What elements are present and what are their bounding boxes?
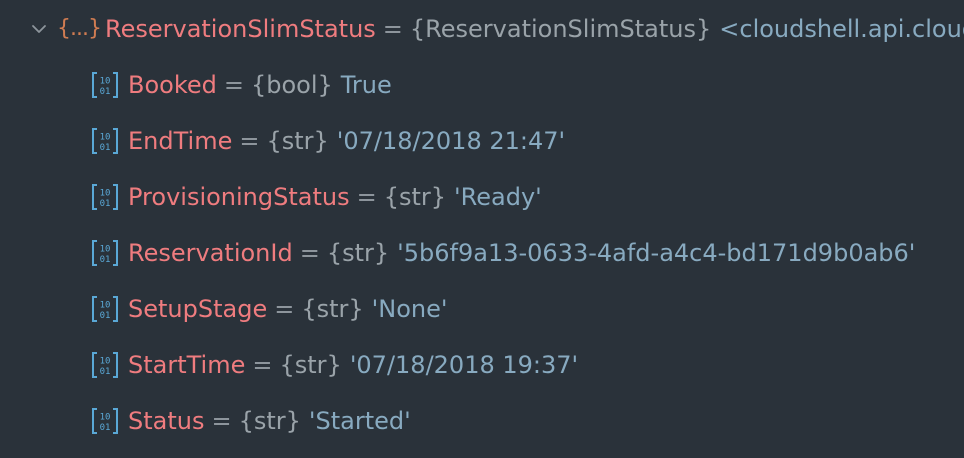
svg-text:01: 01 [100, 255, 111, 265]
variable-value: 'None' [371, 295, 448, 323]
field-icon: 1001 [92, 296, 118, 322]
variable-name: ReservationId [128, 239, 293, 267]
svg-text:10: 10 [100, 413, 111, 423]
variable-value: '07/18/2018 19:37' [349, 351, 579, 379]
variable-row-setupstage[interactable]: 10 01 SetupStage = {str} 'None' [91, 289, 447, 329]
svg-text:01: 01 [100, 143, 111, 153]
svg-text:01: 01 [100, 87, 111, 97]
variable-name: ProvisioningStatus [128, 183, 350, 211]
svg-text:01: 01 [100, 367, 111, 377]
svg-text:10: 10 [100, 189, 111, 199]
debugger-variables-tree: {...} ReservationSlimStatus = {Reservati… [0, 0, 964, 458]
variable-value: <cloudshell.api.clouds [719, 15, 964, 43]
variable-type: {str} [383, 183, 447, 211]
equals-sign: = [299, 239, 320, 267]
variable-value: 'Started' [308, 407, 411, 435]
field-icon: 1001 [92, 128, 118, 154]
variable-type: {str} [326, 239, 390, 267]
svg-text:10: 10 [100, 357, 111, 367]
svg-text:01: 01 [100, 311, 111, 321]
field-icon: 1001 [92, 352, 118, 378]
variable-name: EndTime [128, 127, 233, 155]
field-icon: 1001 [92, 408, 118, 434]
svg-text:01: 01 [100, 199, 111, 209]
equals-sign: = [223, 71, 244, 99]
variable-name: SetupStage [128, 295, 268, 323]
variable-name: Status [128, 407, 205, 435]
svg-text:10: 10 [100, 133, 111, 143]
chevron-down-icon[interactable] [31, 21, 47, 37]
svg-text:01: 01 [100, 423, 111, 433]
variable-type: {str} [238, 407, 301, 435]
variable-name: Booked [128, 71, 217, 99]
variable-name: ReservationSlimStatus [104, 15, 376, 43]
equals-sign: = [239, 127, 260, 155]
variable-type: {bool} [250, 71, 333, 99]
equals-sign: = [274, 295, 295, 323]
object-icon: {...} [57, 16, 102, 41]
variable-type: {str} [279, 351, 342, 379]
field-icon: 1001 [92, 240, 118, 266]
variable-type: {str} [301, 295, 364, 323]
equals-sign: = [211, 407, 232, 435]
variable-type: {ReservationSlimStatus} [409, 15, 712, 43]
variable-row-reservationid[interactable]: 10 01 ReservationId = {str} '5b6f9a13-0633-4a… [91, 233, 915, 273]
equals-sign: = [382, 15, 403, 43]
variable-value: True [340, 71, 392, 99]
svg-text:10: 10 [100, 301, 111, 311]
variable-value: '5b6f9a13-0633-4afd-a4c4-bd171d9b0ab6' [397, 239, 916, 267]
variable-type: {str} [266, 127, 329, 155]
svg-text:10: 10 [100, 245, 111, 255]
variable-row-starttime[interactable]: 10 01 StartTime = {str} '07/18/2018 19:37' [91, 345, 578, 385]
field-icon: 1001 [92, 72, 118, 98]
variable-row-reservationslimstatus[interactable]: {...} ReservationSlimStatus = {Reservati… [31, 9, 964, 49]
variable-row-endtime[interactable]: 10 01 EndTime = {str} '07/18/2018 21:47' [91, 121, 565, 161]
svg-text:10: 10 [100, 77, 111, 87]
variable-value: '07/18/2018 21:47' [336, 127, 566, 155]
variable-row-provisioningstatus[interactable]: 10 01 ProvisioningStatus = {str} 'Ready' [91, 177, 542, 217]
variable-row-status[interactable]: 10 01 Status = {str} 'Started' [91, 401, 411, 441]
variable-row-booked[interactable]: 10 01 Booked = {bool} True [91, 65, 392, 105]
variable-value: 'Ready' [454, 183, 542, 211]
equals-sign: = [252, 351, 273, 379]
field-icon: 1001 [92, 184, 118, 210]
equals-sign: = [356, 183, 377, 211]
variable-name: StartTime [128, 351, 246, 379]
